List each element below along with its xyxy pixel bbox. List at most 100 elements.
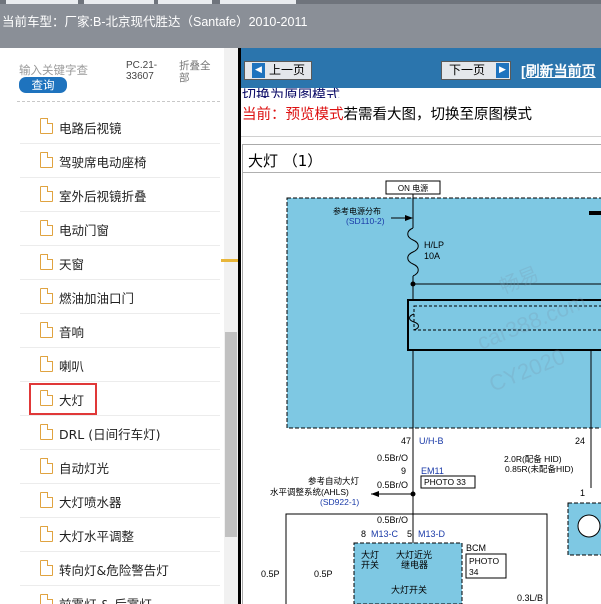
tree-item-label: 驾驶席电动座椅 <box>59 155 147 170</box>
tree-item-mirror-fold[interactable]: 室外后视镜折叠 <box>20 178 220 212</box>
document-icon <box>40 152 53 168</box>
wire-label-05p-left: 0.5P <box>261 569 280 579</box>
document-icon <box>40 288 53 304</box>
tab-1[interactable] <box>6 0 78 4</box>
sidebar: 查询 PC.21-33607 折叠全部 电路后视镜 驾驶席电动座椅 室外后视镜折… <box>0 48 238 604</box>
tree-item-windows[interactable]: 电动门窗 <box>20 212 220 246</box>
tree-item-label: 燃油加油口门 <box>59 291 135 306</box>
tree-item-fog-lamp[interactable]: 前雾灯 & 后雾灯 <box>20 586 220 604</box>
pin-24: 24 <box>575 436 585 446</box>
top-header: 当前车型：厂家:B-北京现代胜达（Santafe）2010-2011 <box>0 0 601 48</box>
pin-9: 9 <box>401 466 406 476</box>
collapse-all-link[interactable]: 折叠全部 <box>179 60 217 84</box>
ahls-ref-line1: 参考自动大灯 <box>308 476 360 486</box>
headlamp-switch-line2: 开关 <box>361 559 379 570</box>
connector-m13c: M13-C <box>371 529 399 539</box>
wire-label: 0.5Br/O <box>377 453 408 463</box>
document-icon <box>40 492 53 508</box>
tree-item-label: 天窗 <box>59 257 85 272</box>
document-icon <box>40 220 53 236</box>
headlamp-switch-line1: 大灯 <box>361 549 379 560</box>
tree-item-label: 电动门窗 <box>59 223 110 238</box>
current-vehicle: 当前车型：厂家:B-北京现代胜达（Santafe）2010-2011 <box>2 11 307 30</box>
tab-strip <box>0 0 601 4</box>
tree-item-audio[interactable]: 音响 <box>20 314 220 348</box>
divider <box>17 101 220 102</box>
tree-item-horn[interactable]: 喇叭 <box>20 348 220 382</box>
tree-item-fuel-door[interactable]: 燃油加油口门 <box>20 280 220 314</box>
document-icon <box>40 186 53 202</box>
wire-label-05p-right: 0.5P <box>314 569 333 579</box>
tab-4[interactable] <box>220 0 296 4</box>
connector-tab <box>589 211 601 215</box>
connector-em11: EM11 <box>421 466 444 476</box>
document-icon <box>40 424 53 440</box>
tree-item-label: 大灯水平调整 <box>59 529 135 544</box>
fuse-amp: 10A <box>424 251 440 261</box>
wire-label: 0.5Br/O <box>377 515 408 525</box>
tree-item-leveling[interactable]: 大灯水平调整 <box>20 518 220 552</box>
vehicle-value: 厂家:B-北京现代胜达（Santafe）2010-2011 <box>64 15 308 29</box>
wire-label-no-hid: 0.85R(未配备HID) <box>505 464 574 474</box>
photo-34-number: 34 <box>469 567 479 577</box>
sidebar-scrollbar-thumb[interactable] <box>225 332 237 537</box>
arrow-left-head <box>371 491 379 497</box>
tree-item-label: 室外后视镜折叠 <box>59 189 147 204</box>
tree-item-sunroof[interactable]: 天窗 <box>20 246 220 280</box>
document-icon <box>40 594 53 604</box>
tab-3[interactable] <box>158 0 212 4</box>
tree-list: 电路后视镜 驾驶席电动座椅 室外后视镜折叠 电动门窗 天窗 燃油加油口门 音响 … <box>20 110 220 604</box>
search-button[interactable]: 查询 <box>19 77 67 93</box>
tree-item-drl[interactable]: DRL (日间行车灯) <box>20 416 220 450</box>
tree-item-label: 大灯喷水器 <box>59 495 122 510</box>
document-icon <box>40 458 53 474</box>
pin-5: 5 <box>407 529 412 539</box>
ahls-ref-code: (SD922-1) <box>320 497 359 507</box>
main-content: ◀ 上一页 下一页 ▶ [刷新当前页 切换为原图模式 当前：预览模式若需看大图，切换… <box>241 48 601 604</box>
wiring-diagram[interactable]: ON 电源 参考电源分布 (SD110-2) H/LP 10A 47 U/H-B… <box>241 48 601 604</box>
ref-power-label: 参考电源分布 <box>333 206 381 216</box>
tree-item-label: 前雾灯 & 后雾灯 <box>59 594 152 604</box>
document-icon <box>40 322 53 338</box>
wire-uhb-label: U/H-B <box>419 436 444 446</box>
tree-item-label: DRL (日间行车灯) <box>59 427 161 442</box>
lowbeam-relay-line2: 继电器 <box>401 559 428 570</box>
photo-34-label: PHOTO <box>469 556 499 566</box>
wire-label-hid: 2.0R(配备 HID) <box>504 454 562 464</box>
document-icon <box>40 356 53 372</box>
tab-2[interactable] <box>84 0 154 4</box>
photo-33-label: PHOTO 33 <box>424 477 466 487</box>
ahls-ref-line2: 水平调整系统(AHLS) <box>270 487 349 497</box>
search-input[interactable] <box>19 62 97 78</box>
tree-item-auto-light[interactable]: 自动灯光 <box>20 450 220 484</box>
tree-item-label: 音响 <box>59 325 85 340</box>
tree-item-mirror[interactable]: 电路后视镜 <box>20 110 220 144</box>
selected-item-highlight <box>29 383 97 415</box>
document-icon <box>40 560 53 576</box>
pc-code: PC.21-33607 <box>126 60 158 82</box>
tree-item-label: 自动灯光 <box>59 461 110 476</box>
wire-label-03lb: 0.3L/B <box>517 593 543 603</box>
document-icon <box>40 526 53 542</box>
document-icon <box>40 254 53 270</box>
document-icon <box>40 118 53 134</box>
switch-label: 大灯开关 <box>391 584 427 595</box>
tree-item-turn-signal[interactable]: 转向灯&危险警告灯 <box>20 552 220 586</box>
pin-8: 8 <box>361 529 366 539</box>
tree-item-washer[interactable]: 大灯喷水器 <box>20 484 220 518</box>
pin-1: 1 <box>580 488 585 498</box>
lowbeam-relay-line1: 大灯近光 <box>396 549 432 560</box>
tree-item-label: 电路后视镜 <box>59 121 122 136</box>
connector-m13d: M13-D <box>418 529 446 539</box>
pin-47: 47 <box>401 436 411 446</box>
tree-item-seat[interactable]: 驾驶席电动座椅 <box>20 144 220 178</box>
vehicle-label: 当前车型： <box>2 15 65 29</box>
power-source-label: ON 电源 <box>398 183 428 193</box>
tree-item-label: 喇叭 <box>59 359 85 374</box>
ref-power-code: (SD110-2) <box>346 216 385 226</box>
fuse-name: H/LP <box>424 240 444 250</box>
wire-label: 0.5Br/O <box>377 480 408 490</box>
bcm-label: BCM <box>466 543 486 553</box>
splitter-marker <box>221 259 238 262</box>
tree-item-label: 转向灯&危险警告灯 <box>59 563 169 578</box>
